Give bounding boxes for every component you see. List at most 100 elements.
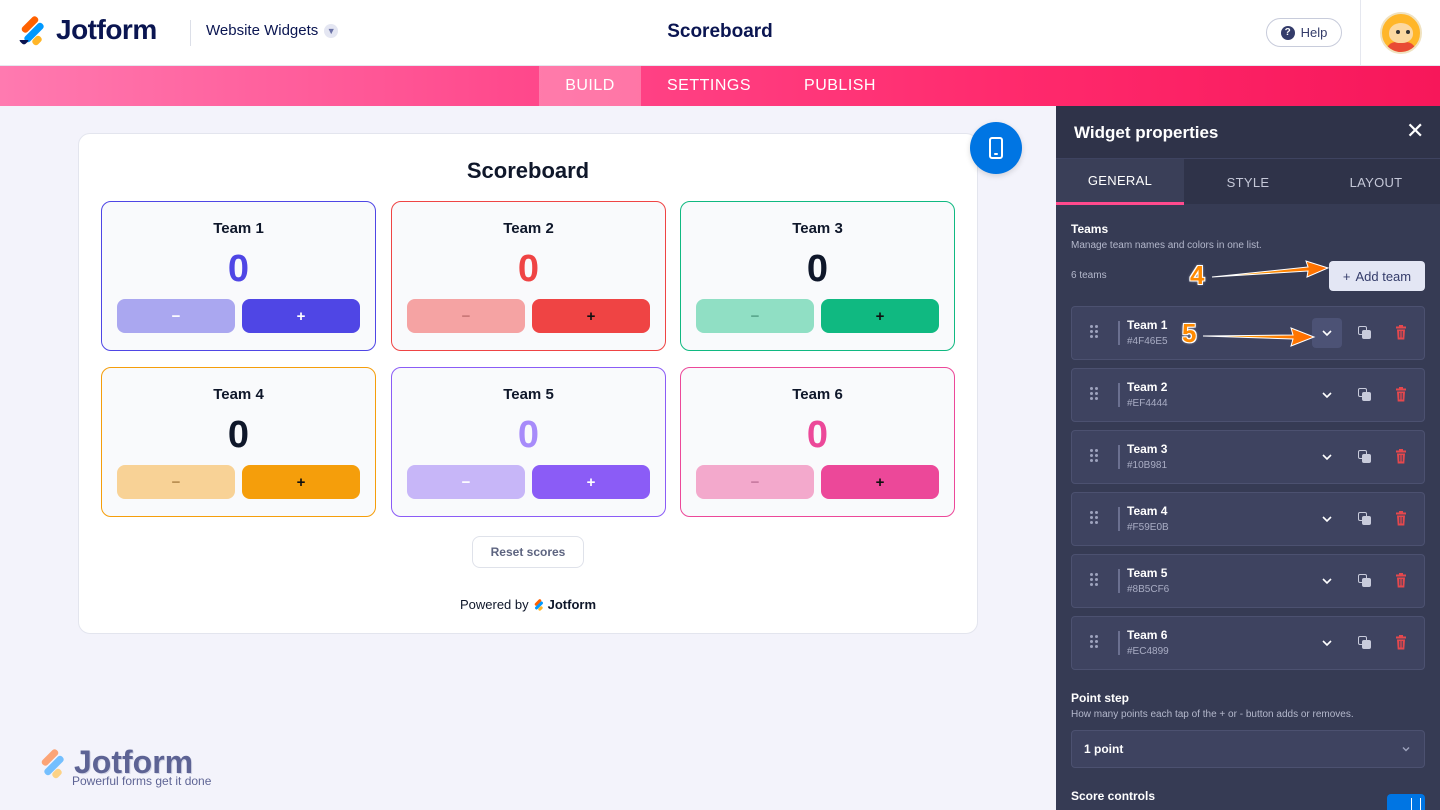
panel-tabs: GENERAL STYLE LAYOUT [1056,158,1440,205]
drag-handle-icon[interactable] [1090,511,1100,525]
website-widgets-dropdown[interactable]: Website Widgets ▼ [206,22,339,39]
plus-icon: + [1342,268,1351,284]
team-row[interactable]: Team 1 #4F46E5 [1071,306,1425,360]
team-card-5: Team 5 0 − + [391,367,666,517]
section-label: Website Widgets [206,22,319,39]
team-row-color: #F59E0B [1127,522,1169,533]
team-card-4: Team 4 0 − + [101,367,376,517]
duplicate-icon[interactable] [1358,636,1372,650]
powered-by[interactable]: Powered by Jotform [79,597,977,612]
score-controls-toggle[interactable] [1387,794,1425,810]
drag-handle-icon[interactable] [1090,635,1100,649]
trash-icon[interactable] [1395,573,1407,588]
increment-button[interactable]: + [821,299,939,333]
tab-build[interactable]: BUILD [539,66,641,106]
close-icon[interactable]: ✕ [1406,120,1424,142]
drag-handle-icon[interactable] [1090,449,1100,463]
decrement-button[interactable]: − [696,299,814,333]
mobile-preview-button[interactable] [970,122,1022,174]
duplicate-icon[interactable] [1358,574,1372,588]
team-row-color: #4F46E5 [1127,336,1168,347]
panel-header: Widget properties ✕ [1056,106,1440,158]
point-step-value: 1 point [1084,742,1124,756]
teams-section-title: Teams [1071,222,1109,236]
team-score: 0 [806,414,829,456]
team-row-color: #EF4444 [1127,398,1168,409]
team-name: Team 5 [503,386,554,403]
team-row[interactable]: Team 3 #10B981 [1071,430,1425,484]
drag-handle-icon[interactable] [1090,325,1100,339]
team-row-name: Team 3 [1127,442,1168,456]
team-row[interactable]: Team 4 #F59E0B [1071,492,1425,546]
phone-icon [989,137,1003,159]
team-row-color: #EC4899 [1127,646,1169,657]
tab-layout[interactable]: LAYOUT [1312,159,1440,205]
trash-icon[interactable] [1395,387,1407,402]
avatar[interactable] [1380,12,1422,54]
team-row-name: Team 4 [1127,504,1168,518]
trash-icon[interactable] [1395,325,1407,340]
expand-chevron-icon[interactable] [1312,442,1342,472]
team-row[interactable]: Team 6 #EC4899 [1071,616,1425,670]
decrement-button[interactable]: − [407,299,525,333]
team-row-name: Team 2 [1127,380,1168,394]
jotform-mini-icon [533,598,544,612]
expand-chevron-icon[interactable] [1312,318,1342,348]
chevron-down-icon: ▼ [324,23,339,38]
team-score: 0 [517,414,540,456]
drag-handle-icon[interactable] [1090,573,1100,587]
team-card-3: Team 3 0 − + [680,201,955,351]
duplicate-icon[interactable] [1358,512,1372,526]
trash-icon[interactable] [1395,511,1407,526]
team-name: Team 3 [792,220,843,237]
increment-button[interactable]: + [821,465,939,499]
trash-icon[interactable] [1395,449,1407,464]
decrement-button[interactable]: − [117,299,235,333]
widget-title: Scoreboard [466,158,590,183]
teams-count: 6 teams [1071,270,1107,281]
team-row-name: Team 6 [1127,628,1168,642]
team-score: 0 [517,248,540,290]
team-card-1: Team 1 0 − + [101,201,376,351]
team-row[interactable]: Team 2 #EF4444 [1071,368,1425,422]
decrement-button[interactable]: − [696,465,814,499]
duplicate-icon[interactable] [1358,388,1372,402]
row-divider [1118,507,1120,531]
increment-button[interactable]: + [242,465,360,499]
team-row[interactable]: Team 5 #8B5CF6 [1071,554,1425,608]
top-header: Jotform Website Widgets ▼ Scoreboard ? H… [0,0,1440,66]
tab-style[interactable]: STYLE [1184,159,1312,205]
add-team-button[interactable]: + Add team [1329,261,1425,291]
widget-properties-panel: Widget properties ✕ GENERAL STYLE LAYOUT… [1056,106,1440,810]
tab-general[interactable]: GENERAL [1056,159,1184,205]
team-score: 0 [227,414,250,456]
expand-chevron-icon[interactable] [1312,628,1342,658]
expand-chevron-icon[interactable] [1312,380,1342,410]
team-row-name: Team 5 [1127,566,1168,580]
powered-prefix: Powered by [459,597,529,612]
increment-button[interactable]: + [242,299,360,333]
expand-chevron-icon[interactable] [1312,504,1342,534]
jotform-logo[interactable]: Jotform [18,14,157,47]
point-step-select[interactable]: 1 point [1071,730,1425,768]
decrement-button[interactable]: − [407,465,525,499]
row-divider [1118,631,1120,655]
drag-handle-icon[interactable] [1090,387,1100,401]
team-score: 0 [227,248,250,290]
increment-button[interactable]: + [532,465,650,499]
duplicate-icon[interactable] [1358,450,1372,464]
add-team-label: Add team [1355,268,1412,284]
jotform-watermark: Jotform Powerful forms get it done [38,746,211,788]
decrement-button[interactable]: − [117,465,235,499]
increment-button[interactable]: + [532,299,650,333]
team-name: Team 1 [213,220,264,237]
trash-icon[interactable] [1395,635,1407,650]
help-button[interactable]: ? Help [1266,18,1342,47]
duplicate-icon[interactable] [1358,326,1372,340]
tab-publish[interactable]: PUBLISH [786,66,894,106]
tab-settings[interactable]: SETTINGS [650,66,768,106]
header-divider [190,20,191,46]
expand-chevron-icon[interactable] [1312,566,1342,596]
reset-scores-button[interactable]: Reset scores [472,536,584,568]
teams-section-subtitle: Manage team names and colors in one list… [1071,240,1262,251]
